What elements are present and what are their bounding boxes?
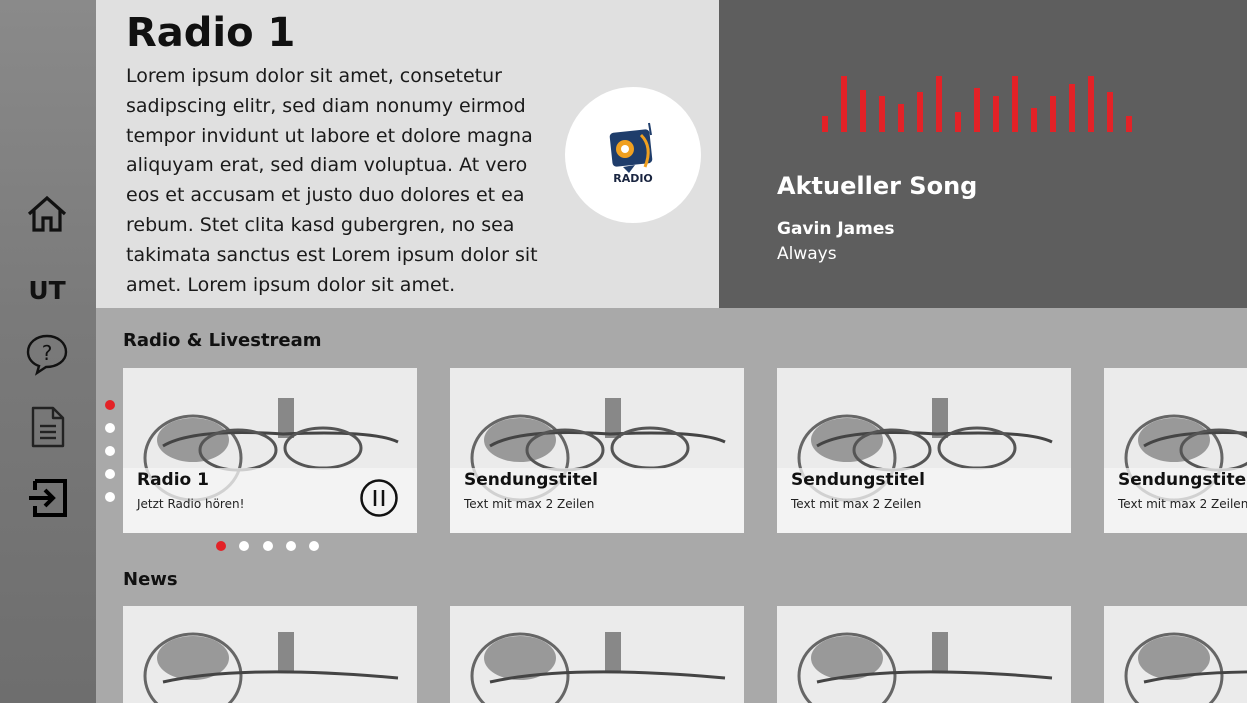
card-subtitle: Text mit max 2 Zeilen: [791, 497, 922, 511]
home-button[interactable]: [23, 190, 71, 238]
radio-logo-icon: [609, 122, 653, 173]
subtitles-label: UT: [28, 275, 66, 305]
news-image: [450, 606, 744, 703]
vertical-page-dot[interactable]: [105, 492, 115, 502]
hero-title: Radio 1: [126, 10, 296, 56]
subtitles-button[interactable]: UT: [23, 266, 71, 314]
card-title: Sendungstitel: [791, 470, 925, 490]
card-title: Radio 1: [137, 470, 209, 490]
horizontal-page-dot[interactable]: [216, 541, 226, 551]
document-button[interactable]: [23, 403, 71, 451]
horizontal-page-dot[interactable]: [263, 541, 273, 551]
pause-icon[interactable]: [360, 479, 398, 517]
now-playing-label: Aktueller Song: [777, 172, 978, 200]
now-playing-panel: Aktueller Song Gavin James Always: [719, 0, 1247, 308]
news-card[interactable]: [777, 606, 1071, 703]
card-subtitle: Jetzt Radio hören!: [137, 497, 245, 511]
hero-panel: Radio 1 Lorem ipsum dolor sit amet, cons…: [96, 0, 719, 308]
equalizer-icon: [822, 76, 1132, 132]
news-card[interactable]: [450, 606, 744, 703]
vertical-page-dot[interactable]: [105, 423, 115, 433]
home-icon: [27, 195, 67, 232]
news-image: [1104, 606, 1247, 703]
horizontal-page-dot[interactable]: [239, 541, 249, 551]
news-card[interactable]: [1104, 606, 1247, 703]
vertical-page-dot[interactable]: [105, 469, 115, 479]
help-button[interactable]: ?: [23, 330, 71, 378]
logo-text: RADIO: [613, 172, 653, 185]
news-image: [777, 606, 1071, 703]
news-card[interactable]: [123, 606, 417, 703]
horizontal-page-dot[interactable]: [309, 541, 319, 551]
radio-card[interactable]: Radio 1 Jetzt Radio hören!: [123, 368, 417, 533]
news-image: [123, 606, 417, 703]
app-root: UT ? Radio 1 Lorem ipsum dolor sit amet,…: [0, 0, 1247, 703]
show-card[interactable]: Sendungstitel Text mit max 2 Zeilen: [450, 368, 744, 533]
svg-text:?: ?: [42, 341, 53, 365]
show-card[interactable]: Sendungstitel Text mit max 2 Zeilen: [777, 368, 1071, 533]
exit-button[interactable]: [23, 474, 71, 522]
card-subtitle: Text mit max 2 Zeilen: [464, 497, 595, 511]
show-card[interactable]: Sendungstitel Text mit max 2 Zeilen: [1104, 368, 1247, 533]
vertical-page-dot[interactable]: [105, 446, 115, 456]
now-playing-artist: Gavin James: [777, 219, 895, 239]
sidebar: UT ?: [0, 0, 96, 703]
card-subtitle: Text mit max 2 Zeilen: [1118, 497, 1247, 511]
help-icon: ?: [26, 334, 68, 376]
station-logo: RADIO: [565, 87, 701, 223]
card-title: Sendungstitel: [1118, 470, 1247, 490]
section-title-radio: Radio & Livestream: [123, 330, 322, 351]
vertical-page-dot[interactable]: [105, 400, 115, 410]
section-title-news: News: [123, 569, 178, 590]
document-icon: [31, 406, 65, 448]
now-playing-title: Always: [777, 244, 837, 264]
card-title: Sendungstitel: [464, 470, 598, 490]
horizontal-page-dot[interactable]: [286, 541, 296, 551]
exit-icon: [29, 479, 67, 517]
hero-description: Lorem ipsum dolor sit amet, consetetur s…: [126, 65, 538, 296]
